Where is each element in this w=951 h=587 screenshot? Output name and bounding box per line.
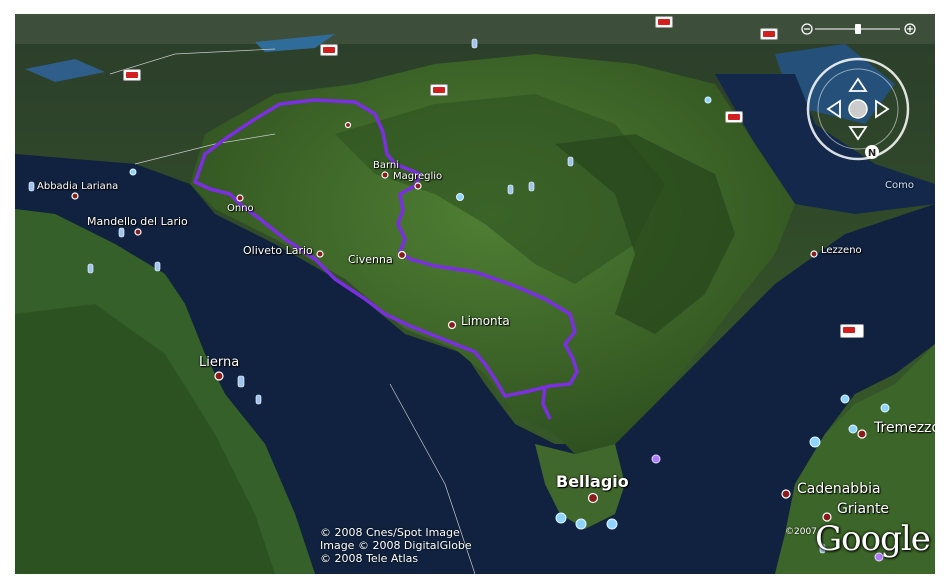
- person-layer-icon[interactable]: [255, 394, 262, 405]
- youtube-layer-icon[interactable]: [760, 28, 778, 40]
- place-marker-abbadia[interactable]: [71, 192, 79, 200]
- person-layer-icon[interactable]: [154, 261, 161, 272]
- place-marker-magreglio[interactable]: [414, 182, 422, 190]
- label-mandello-del-lario: Mandello del Lario: [87, 215, 188, 228]
- photo-layer-icon[interactable]: [555, 512, 567, 524]
- label-abbadia-lariana: Abbadia Lariana: [37, 181, 119, 192]
- copyright-year: ©2007: [785, 527, 817, 537]
- photo-layer-icon[interactable]: [809, 436, 821, 448]
- label-cadenabbia: Cadenabbia: [797, 481, 881, 497]
- person-layer-icon[interactable]: [28, 181, 35, 192]
- label-onno: Onno: [227, 203, 254, 214]
- youtube-layer-icon[interactable]: [430, 84, 448, 96]
- imagery-credits: © 2008 Cnes/Spot Image Image © 2008 Digi…: [320, 526, 472, 565]
- person-layer-icon[interactable]: [118, 227, 125, 238]
- youtube-layer-icon[interactable]: [725, 111, 743, 123]
- person-layer-icon[interactable]: [507, 184, 514, 195]
- photo-layer-icon[interactable]: [840, 394, 850, 404]
- label-lierna: Lierna: [199, 355, 240, 370]
- place-marker[interactable]: [344, 121, 352, 129]
- place-marker-lierna[interactable]: [214, 371, 224, 381]
- place-marker-mandello[interactable]: [134, 228, 142, 236]
- photo-layer-icon[interactable]: [129, 168, 137, 176]
- photo-layer-icon[interactable]: [651, 454, 661, 464]
- place-marker-onno[interactable]: [236, 194, 244, 202]
- person-layer-icon[interactable]: [567, 156, 574, 167]
- label-lezzeno: Lezzeno: [821, 245, 862, 256]
- person-layer-icon[interactable]: [237, 375, 245, 388]
- place-marker-tremezzo[interactable]: [857, 429, 867, 439]
- photo-layer-icon[interactable]: [848, 424, 858, 434]
- photo-layer-icon[interactable]: [456, 193, 464, 201]
- map-viewport[interactable]: Abbadia Lariana Mandello del Lario Onno …: [15, 14, 935, 574]
- photo-layer-icon[interactable]: [704, 96, 712, 104]
- place-marker-oliveto[interactable]: [316, 250, 324, 258]
- person-layer-icon[interactable]: [528, 181, 535, 192]
- label-civenna: Civenna: [348, 253, 393, 266]
- place-marker-lezzeno[interactable]: [810, 250, 818, 258]
- label-limonta: Limonta: [461, 314, 510, 328]
- credit-line-1: © 2008 Cnes/Spot Image: [320, 526, 460, 539]
- label-bellagio: Bellagio: [556, 472, 629, 491]
- label-oliveto-lario: Oliveto Lario: [243, 244, 313, 257]
- youtube-layer-icon[interactable]: [123, 69, 141, 81]
- person-layer-icon[interactable]: [87, 263, 94, 274]
- credit-line-2: Image © 2008 DigitalGlobe: [320, 539, 472, 552]
- youtube-layer-icon[interactable]: [655, 16, 673, 28]
- place-marker-cadenabbia[interactable]: [781, 489, 791, 499]
- person-layer-icon[interactable]: [471, 38, 478, 49]
- photo-layer-icon[interactable]: [575, 518, 587, 530]
- photo-layer-icon[interactable]: [880, 403, 890, 413]
- credit-line-3: © 2008 Tele Atlas: [320, 552, 419, 565]
- place-marker-barni[interactable]: [381, 171, 389, 179]
- place-marker-civenna[interactable]: [397, 250, 407, 260]
- place-marker-limonta[interactable]: [447, 320, 457, 330]
- zoom-slider-icon[interactable]: [800, 22, 920, 36]
- label-magreglio: Magreglio: [393, 171, 443, 182]
- photo-layer-icon[interactable]: [606, 518, 618, 530]
- youtube-layer-icon[interactable]: [320, 44, 338, 56]
- svg-text:N: N: [868, 148, 876, 159]
- label-griante: Griante: [837, 501, 890, 517]
- label-barni: Barni: [373, 160, 400, 171]
- navigation-compass-icon[interactable]: N: [803, 54, 913, 164]
- youtube-layer-icon[interactable]: [840, 324, 864, 338]
- place-marker-bellagio[interactable]: [587, 492, 599, 504]
- label-tremezzo: Tremezzo: [874, 420, 935, 436]
- google-logo: Google: [815, 519, 931, 559]
- label-como: Como: [885, 180, 914, 191]
